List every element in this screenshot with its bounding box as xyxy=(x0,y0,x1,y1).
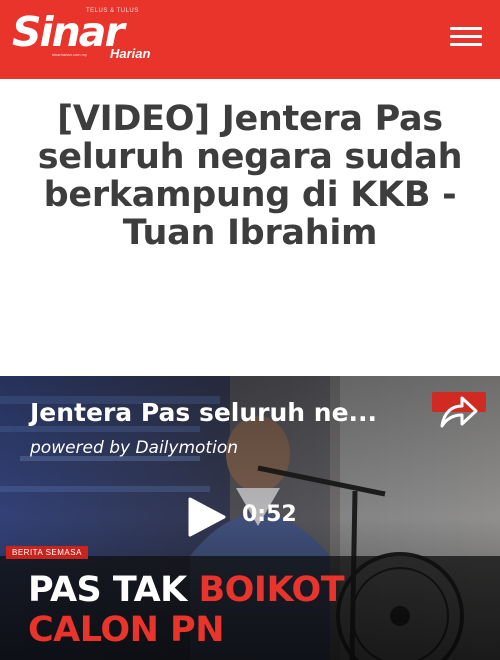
video-caption: PAS TAK BOIKOT CALON PN xyxy=(28,570,345,650)
category-tag: BERITA SEMASA xyxy=(6,546,88,559)
play-icon[interactable] xyxy=(184,496,228,538)
caption-line1-red: BOIKOT xyxy=(198,570,345,610)
menu-bar xyxy=(450,43,482,46)
caption-line2: CALON PN xyxy=(28,610,225,650)
logo-wordmark: Sinar xyxy=(12,8,125,56)
caption-line1-white: PAS TAK xyxy=(28,570,199,610)
menu-bar xyxy=(450,27,482,30)
logo-subword: Harian xyxy=(110,46,151,61)
article-title: [VIDEO] Jentera Pas seluruh negara sudah… xyxy=(37,99,463,253)
menu-bar xyxy=(450,35,482,38)
logo-url: sinarharian.com.my xyxy=(52,52,87,57)
sinar-harian-logo[interactable]: TELUS & TULUS Sinar sinarharian.com.my H… xyxy=(12,8,152,64)
site-header: TELUS & TULUS Sinar sinarharian.com.my H… xyxy=(0,0,500,79)
powered-by-dailymotion[interactable]: powered by Dailymotion xyxy=(30,438,238,458)
share-arrow-icon[interactable] xyxy=(438,394,480,430)
video-title[interactable]: Jentera Pas seluruh ne... xyxy=(30,398,377,427)
hamburger-menu-icon[interactable] xyxy=(448,24,484,48)
video-duration: 0:52 xyxy=(242,502,297,527)
